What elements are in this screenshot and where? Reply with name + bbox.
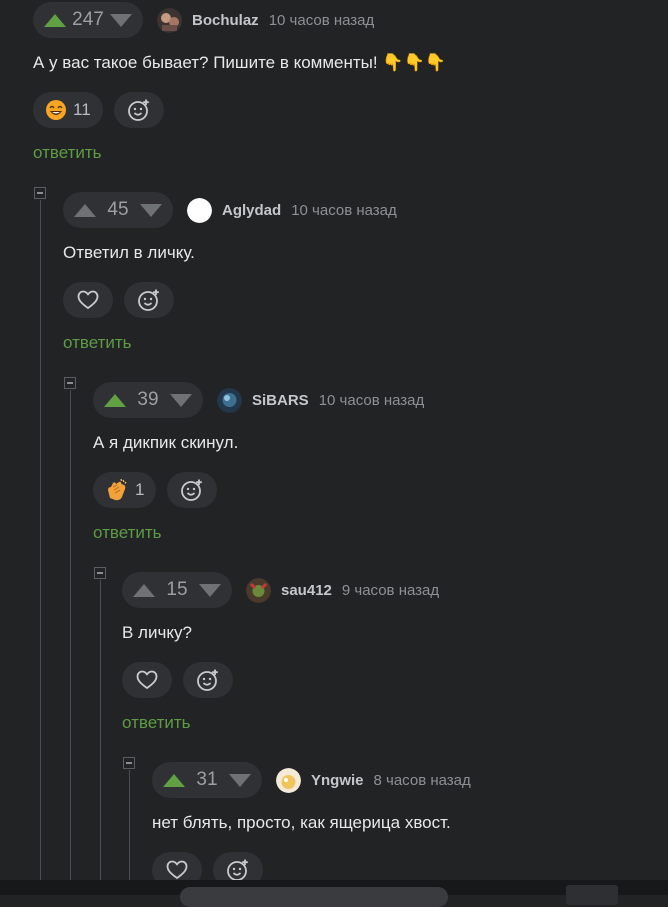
comment-header: 31 Yngwie 8 часов назад	[152, 762, 471, 798]
upvote-arrow-icon[interactable]	[133, 583, 155, 597]
like-button[interactable]	[122, 662, 172, 698]
comment-text: В личку?	[122, 623, 192, 642]
upvote-arrow-icon[interactable]	[44, 13, 66, 27]
heart-icon	[166, 860, 188, 880]
toolbar-button[interactable]	[566, 885, 618, 905]
add-reaction-button[interactable]	[124, 282, 174, 318]
downvote-arrow-icon[interactable]	[140, 203, 162, 217]
collapse-minus-icon[interactable]	[94, 567, 106, 579]
comment-text: нет блять, просто, как ящерица хвост.	[152, 813, 451, 832]
thread-line-level-1	[40, 200, 41, 880]
reactions-bar	[63, 282, 185, 318]
upvote-arrow-icon[interactable]	[163, 773, 185, 787]
comment-score: 39	[137, 389, 159, 410]
reaction-count: 11	[73, 100, 91, 119]
reaction-count: 1	[135, 480, 145, 499]
thread-line-level-2	[70, 390, 71, 880]
add-reaction-button[interactable]	[167, 472, 218, 508]
vote-widget: 31	[152, 762, 262, 798]
add-reaction-button[interactable]	[183, 662, 233, 698]
comment-header: 15 sau412 9 часов назад	[122, 572, 439, 608]
clapping-hands-icon	[108, 478, 127, 501]
reply-link[interactable]: ответить	[122, 713, 191, 733]
add-reaction-button[interactable]	[113, 92, 164, 128]
comment-author[interactable]: Aglydad	[222, 202, 281, 219]
add-emoji-icon	[127, 99, 149, 121]
vote-widget: 247	[33, 2, 143, 38]
comment-input-pill[interactable]	[180, 887, 448, 907]
vote-widget: 45	[63, 192, 173, 228]
collapse-minus-icon[interactable]	[64, 377, 76, 389]
comment-time[interactable]: 10 часов назад	[269, 12, 375, 29]
collapse-minus-icon[interactable]	[34, 187, 46, 199]
downvote-arrow-icon[interactable]	[110, 13, 132, 27]
avatar[interactable]	[187, 197, 212, 223]
reactions-bar	[122, 662, 244, 698]
reactions-bar: 11	[33, 92, 175, 128]
downvote-arrow-icon[interactable]	[170, 393, 192, 407]
comment-time[interactable]: 10 часов назад	[319, 392, 425, 409]
avatar[interactable]	[276, 767, 301, 793]
comment-header: 39 SiBARS 10 часов назад	[93, 382, 424, 418]
reply-link[interactable]: ответить	[93, 523, 162, 543]
reply-link[interactable]: ответить	[63, 333, 132, 353]
avatar[interactable]	[246, 577, 271, 603]
downvote-arrow-icon[interactable]	[229, 773, 251, 787]
reaction-laugh-button[interactable]: 11	[33, 92, 103, 128]
reactions-bar: 1	[93, 472, 228, 508]
add-emoji-icon	[181, 479, 203, 501]
collapse-minus-icon[interactable]	[123, 757, 135, 769]
comment-author[interactable]: sau412	[281, 582, 332, 599]
reaction-clap-button[interactable]: 1	[93, 472, 157, 508]
comment-author[interactable]: Yngwie	[311, 772, 364, 789]
thread-line-level-3	[100, 580, 101, 880]
like-button[interactable]	[63, 282, 113, 318]
add-emoji-icon	[227, 859, 248, 881]
thread-line-level-4	[129, 770, 130, 880]
heart-icon	[77, 290, 99, 310]
add-emoji-icon	[197, 669, 218, 691]
vote-widget: 39	[93, 382, 203, 418]
upvote-arrow-icon[interactable]	[74, 203, 96, 217]
avatar[interactable]	[217, 387, 242, 413]
heart-icon	[136, 670, 158, 690]
reply-link[interactable]: ответить	[33, 143, 102, 163]
comment-text: А я дикпик скинул.	[93, 433, 239, 452]
comment-time[interactable]: 8 часов назад	[374, 772, 471, 789]
laughing-emoji-icon	[46, 100, 66, 120]
comment-time[interactable]: 10 часов назад	[291, 202, 397, 219]
vote-widget: 15	[122, 572, 232, 608]
comment-text: А у вас такое бывает? Пишите в комменты!…	[33, 53, 446, 72]
add-emoji-icon	[138, 289, 159, 311]
comment-score: 15	[166, 579, 188, 600]
comment-author[interactable]: SiBARS	[252, 392, 309, 409]
comment-header: 45 Aglydad 10 часов назад	[63, 192, 397, 228]
comment-score: 45	[107, 199, 129, 220]
avatar[interactable]	[157, 7, 182, 33]
comment-time[interactable]: 9 часов назад	[342, 582, 439, 599]
comment-author[interactable]: Bochulaz	[192, 12, 259, 29]
comment-score: 31	[196, 769, 218, 790]
upvote-arrow-icon[interactable]	[104, 393, 126, 407]
comment-score: 247	[72, 9, 104, 30]
comment-header: 247 Bochulaz 10 часов назад	[33, 2, 374, 38]
downvote-arrow-icon[interactable]	[199, 583, 221, 597]
comment-text: Ответил в личку.	[63, 243, 195, 262]
